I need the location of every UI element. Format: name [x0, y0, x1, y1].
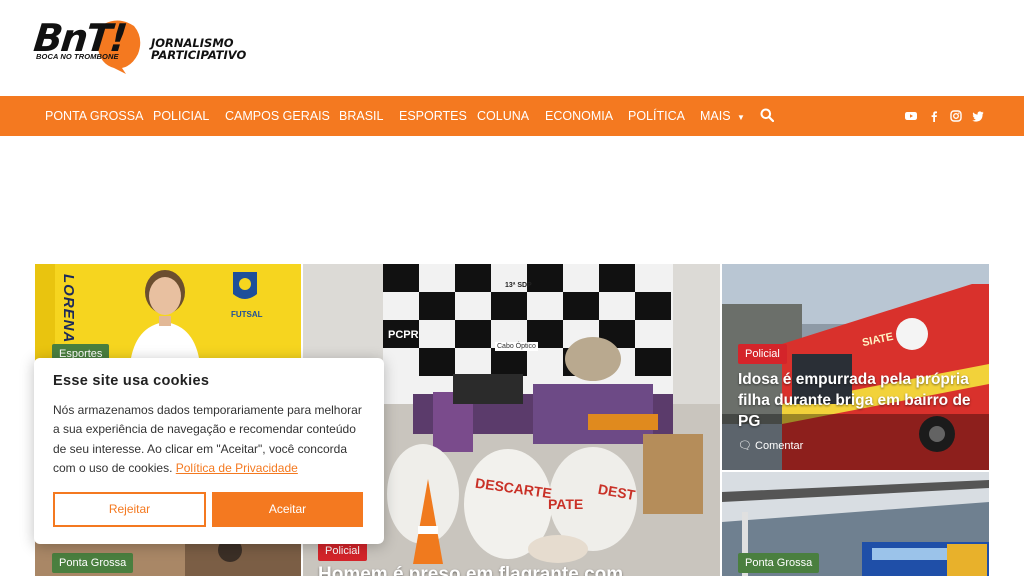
nav-item-policial[interactable]: POLICIAL	[153, 96, 209, 136]
nav-item-coluna[interactable]: COLUNA	[477, 96, 529, 136]
comment-icon: 🗨	[738, 440, 752, 452]
site-logo[interactable]: BnT! BOCA NO TROMBONE	[32, 16, 144, 78]
twitter-icon[interactable]	[972, 110, 984, 122]
category-badge[interactable]: Policial	[738, 344, 787, 364]
comment-link[interactable]: 🗨 Comentar	[738, 439, 803, 452]
nav-item-more[interactable]: MAIS ▼	[700, 96, 745, 136]
card-image-side-text: LORENA	[60, 274, 77, 343]
nav-item-politica[interactable]: POLÍTICA	[628, 96, 685, 136]
cookie-title: Esse site usa cookies	[53, 373, 210, 389]
tagline-line-2: PARTICIPATIVO	[151, 48, 247, 62]
news-card-policial[interactable]: SIATE Policial Idosa é empurrada pela pr…	[722, 264, 989, 470]
cookie-body: Nós armazenamos dados temporariamente pa…	[53, 401, 368, 478]
nav-item-economia[interactable]: ECONOMIA	[545, 96, 613, 136]
news-card-ponta-grossa-left[interactable]: Ponta Grossa	[35, 540, 301, 576]
nav-item-ponta-grossa[interactable]: PONTA GROSSA	[45, 96, 143, 136]
accept-button[interactable]: Aceitar	[212, 492, 363, 527]
category-badge[interactable]: Policial	[318, 541, 367, 561]
nav-item-esportes[interactable]: ESPORTES	[399, 96, 467, 136]
logo-subtitle: BOCA NO TROMBONE	[36, 52, 119, 61]
nav-item-brasil[interactable]: BRASIL	[339, 96, 383, 136]
category-badge[interactable]: Ponta Grossa	[52, 553, 134, 573]
instagram-icon[interactable]	[950, 110, 962, 122]
category-badge[interactable]: Ponta Grossa	[738, 553, 820, 573]
nav-item-campos-gerais[interactable]: CAMPOS GERAIS	[225, 96, 330, 136]
youtube-icon[interactable]	[905, 110, 917, 122]
ad-space	[0, 136, 1024, 264]
news-card-esportes[interactable]: LORENA FUTSAL Esportes	[35, 264, 301, 364]
reject-button[interactable]: Rejeitar	[53, 492, 206, 527]
main-navigation: PONTA GROSSA POLICIAL CAMPOS GERAIS BRAS…	[0, 96, 1024, 136]
site-tagline: JORNALISMO PARTICIPATIVO	[151, 37, 246, 61]
site-header: BnT! BOCA NO TROMBONE JORNALISMO PARTICI…	[0, 0, 1024, 96]
facebook-icon[interactable]	[928, 110, 940, 122]
image-text-cabo: Cabo Óptico	[495, 342, 538, 351]
image-text-sdp: 13ª SDP	[505, 282, 532, 289]
cookie-consent-dialog: Esse site usa cookies Nós armazenamos da…	[34, 358, 384, 544]
card-image-logo-text: FUTSAL	[231, 310, 263, 319]
privacy-policy-link[interactable]: Política de Privacidade	[176, 461, 298, 475]
image-text-pcpr: PCPR	[388, 329, 419, 341]
news-card-ponta-grossa-right[interactable]: Ponta Grossa	[722, 472, 989, 576]
caret-down-icon: ▼	[737, 113, 745, 122]
nav-more-label: MAIS	[700, 109, 731, 123]
search-icon[interactable]	[760, 108, 774, 122]
image-text-pate: PATE	[548, 496, 584, 512]
card-title[interactable]: Idosa é empurrada pela própria filha dur…	[738, 369, 978, 432]
comment-label: Comentar	[755, 440, 804, 452]
card-title[interactable]: Homem é preso em flagrante com	[318, 564, 708, 576]
